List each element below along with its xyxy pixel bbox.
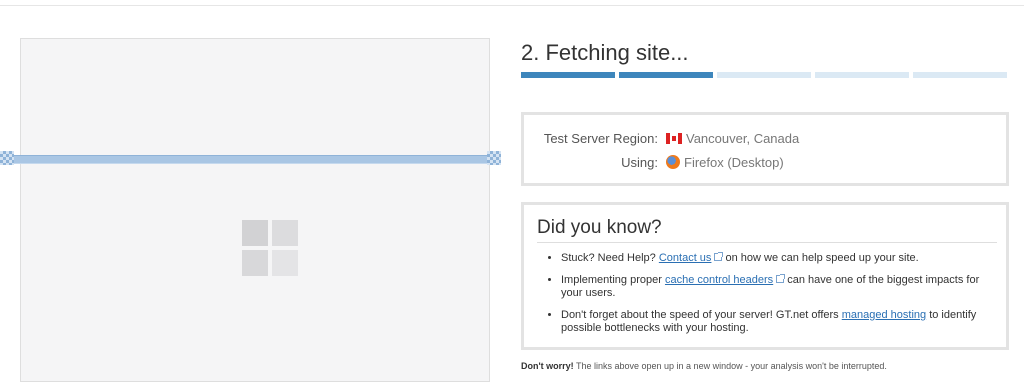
server-info-box: Test Server Region: Vancouver, Canada Us… — [521, 112, 1009, 186]
note-text: The links above open up in a new window … — [573, 361, 887, 371]
using-label: Using: — [621, 155, 658, 170]
note-strong: Don't worry! — [521, 361, 574, 371]
region-value: Vancouver, Canada — [686, 131, 800, 146]
windows-logo-icon — [242, 220, 300, 278]
scan-handle-left — [0, 151, 14, 165]
did-you-know-title: Did you know? — [537, 217, 662, 238]
contact-us-link[interactable]: Contact us — [659, 252, 712, 264]
progress-bar — [521, 72, 1009, 78]
progress-segment — [815, 72, 909, 78]
footer-note: Don't worry! The links above open up in … — [521, 361, 887, 371]
step-title: 2. Fetching site... — [521, 40, 689, 65]
list-item: Implementing proper cache control header… — [561, 274, 999, 300]
region-label: Test Server Region: — [543, 131, 658, 146]
scan-handle-right — [487, 151, 501, 165]
managed-hosting-link[interactable]: managed hosting — [842, 309, 926, 321]
cache-control-headers-link[interactable]: cache control headers — [665, 274, 773, 286]
tips-list: Stuck? Need Help? Contact us on how we c… — [537, 252, 999, 344]
firefox-icon — [666, 155, 680, 169]
progress-segment — [913, 72, 1007, 78]
progress-segment — [521, 72, 615, 78]
scan-line — [6, 155, 494, 164]
list-item: Don't forget about the speed of your ser… — [561, 309, 999, 335]
top-divider — [0, 5, 1024, 6]
did-you-know-box: Did you know? Stuck? Need Help? Contact … — [521, 202, 1009, 350]
external-link-icon — [714, 252, 724, 261]
canada-flag-icon — [666, 133, 682, 144]
browser-value: Firefox (Desktop) — [684, 155, 784, 170]
external-link-icon — [776, 274, 786, 283]
page-preview-panel — [20, 38, 490, 382]
list-item: Stuck? Need Help? Contact us on how we c… — [561, 252, 999, 265]
progress-segment — [619, 72, 713, 78]
progress-segment — [717, 72, 811, 78]
divider — [537, 242, 997, 243]
